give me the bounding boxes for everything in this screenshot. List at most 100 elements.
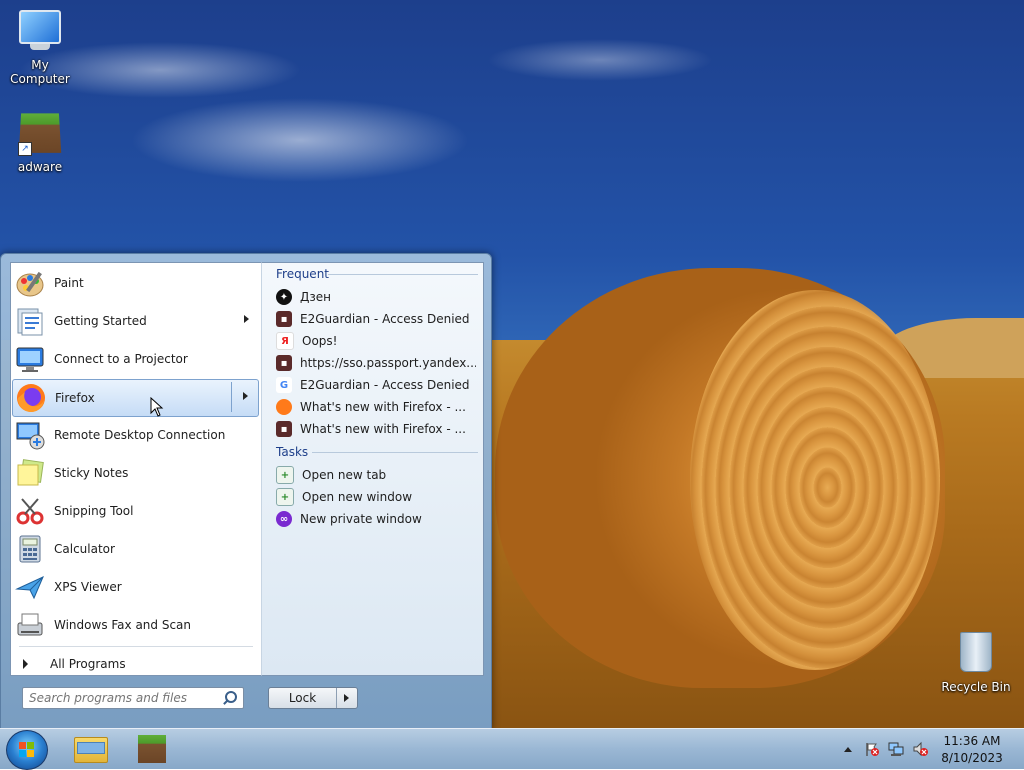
volume-muted-icon[interactable] [912,741,928,757]
jumplist-item-label: https://sso.passport.yandex... [300,356,476,370]
jumplist-task-label: Open new tab [302,468,387,482]
search-box[interactable] [22,687,244,709]
jumplist-item-label: Oops! [302,334,338,348]
minecraft-block-icon [138,735,166,763]
minecraft-block-icon: ↗ [18,112,62,156]
search-icon[interactable] [223,690,239,706]
all-programs-label: All Programs [50,657,126,671]
program-firefox[interactable]: Firefox [12,379,259,417]
clock-date: 8/10/2023 [941,751,1003,765]
start-menu-bottom-bar: Lock [10,675,482,727]
jumplist-task-label: Open new window [302,490,413,504]
submenu-arrow-icon[interactable] [244,315,249,323]
divider [19,646,253,647]
snipping-tool-icon [14,495,46,527]
start-button[interactable] [6,730,48,770]
private-window-icon: ∞ [276,511,292,527]
folder-icon [74,737,108,763]
jumplist-item-label: E2Guardian - Access Denied [300,378,470,392]
network-icon[interactable] [888,741,904,757]
jumplist-item[interactable]: G E2Guardian - Access Denied [276,375,476,395]
jumplist-pane: Frequent ✦ Дзен ▪ E2Guardian - Access De… [261,262,484,676]
page-icon: ▪ [276,421,292,437]
jumplist-item-label: What's new with Firefox - ... [300,422,466,436]
program-label: Firefox [55,391,95,405]
taskbar: 11:36 AM 8/10/2023 [0,728,1024,770]
desktop-icon-my-computer[interactable]: My Computer [0,8,80,86]
wallpaper-hay-bale-face [690,290,940,670]
program-label: XPS Viewer [54,580,122,594]
projector-icon [14,343,46,375]
submenu-divider [231,382,232,412]
jumplist-item-label: E2Guardian - Access Denied [300,312,470,326]
start-menu-programs-pane: Paint Getting Started Connect to a Proje… [10,262,261,676]
program-label: Paint [54,276,84,290]
program-connect-projector[interactable]: Connect to a Projector [12,341,259,377]
program-label: Remote Desktop Connection [54,428,226,442]
program-getting-started[interactable]: Getting Started [12,303,259,339]
program-label: Windows Fax and Scan [54,618,192,632]
jumplist-item[interactable]: ▪ What's new with Firefox - ... [276,419,476,439]
submenu-arrow-icon[interactable] [243,392,248,400]
calculator-icon [14,533,46,565]
new-window-icon: + [276,488,294,506]
show-hidden-icons-icon[interactable] [844,746,852,752]
jumplist-item[interactable]: Я Oops! [276,331,476,351]
start-menu: Paint Getting Started Connect to a Proje… [0,253,492,730]
desktop-icon-label: adware [17,160,63,174]
clock[interactable]: 11:36 AM 8/10/2023 [936,733,1008,767]
power-options-arrow-icon[interactable] [336,688,357,708]
program-fax-scan[interactable]: Windows Fax and Scan [12,607,259,643]
jumplist-item-label: Дзен [300,290,331,304]
new-tab-icon: + [276,466,294,484]
shortcut-arrow-icon: ↗ [18,142,32,156]
lock-button[interactable]: Lock [268,687,358,709]
desktop-icon-adware[interactable]: ↗ adware [0,112,80,174]
jumplist-frequent-header: Frequent [276,267,329,281]
jumplist-item[interactable]: ▪ https://sso.passport.yandex... [276,353,476,373]
program-label: Getting Started [54,314,147,328]
jumplist-item[interactable]: ✦ Дзен [276,287,476,307]
system-tray [844,729,936,769]
taskbar-explorer-button[interactable] [62,731,118,767]
desktop-icon-recycle-bin[interactable]: Recycle Bin [936,630,1016,694]
program-label: Calculator [54,542,115,556]
action-center-flag-icon[interactable] [864,741,880,757]
search-input[interactable] [23,689,223,707]
program-paint[interactable]: Paint [12,265,259,301]
expand-arrow-icon [23,659,28,669]
jumplist-task[interactable]: + Open new window [276,487,476,507]
desktop-icon-label: My Computer [10,58,70,86]
yandex-icon: Я [276,332,294,350]
firefox-icon [15,382,47,414]
remote-desktop-icon [14,419,46,451]
clock-time: 11:36 AM [943,734,1001,748]
program-remote-desktop[interactable]: Remote Desktop Connection [12,417,259,453]
jumplist-item[interactable]: ▪ E2Guardian - Access Denied [276,309,476,329]
page-icon: ▪ [276,311,292,327]
divider [312,452,478,453]
program-sticky-notes[interactable]: Sticky Notes [12,455,259,491]
desktop-icon-label: Recycle Bin [941,680,1011,694]
xps-viewer-icon [14,571,46,603]
google-icon: G [276,377,292,393]
jumplist-task[interactable]: + Open new tab [276,465,476,485]
taskbar-minecraft-button[interactable] [124,731,180,767]
jumplist-task[interactable]: ∞ New private window [276,509,476,529]
getting-started-icon [14,305,46,337]
computer-icon [18,10,62,54]
firefox-icon [276,399,292,415]
jumplist-item[interactable]: What's new with Firefox - ... [276,397,476,417]
fax-scan-icon [14,609,46,641]
divider [328,274,478,275]
jumplist-item-label: What's new with Firefox - ... [300,400,466,414]
program-label: Connect to a Projector [54,352,188,366]
all-programs-button[interactable]: All Programs [23,657,126,671]
jumplist-task-label: New private window [300,512,422,526]
program-snipping-tool[interactable]: Snipping Tool [12,493,259,529]
mouse-cursor-icon [150,397,164,417]
program-xps-viewer[interactable]: XPS Viewer [12,569,259,605]
program-label: Snipping Tool [54,504,134,518]
windows-logo-icon [19,742,35,758]
program-calculator[interactable]: Calculator [12,531,259,567]
